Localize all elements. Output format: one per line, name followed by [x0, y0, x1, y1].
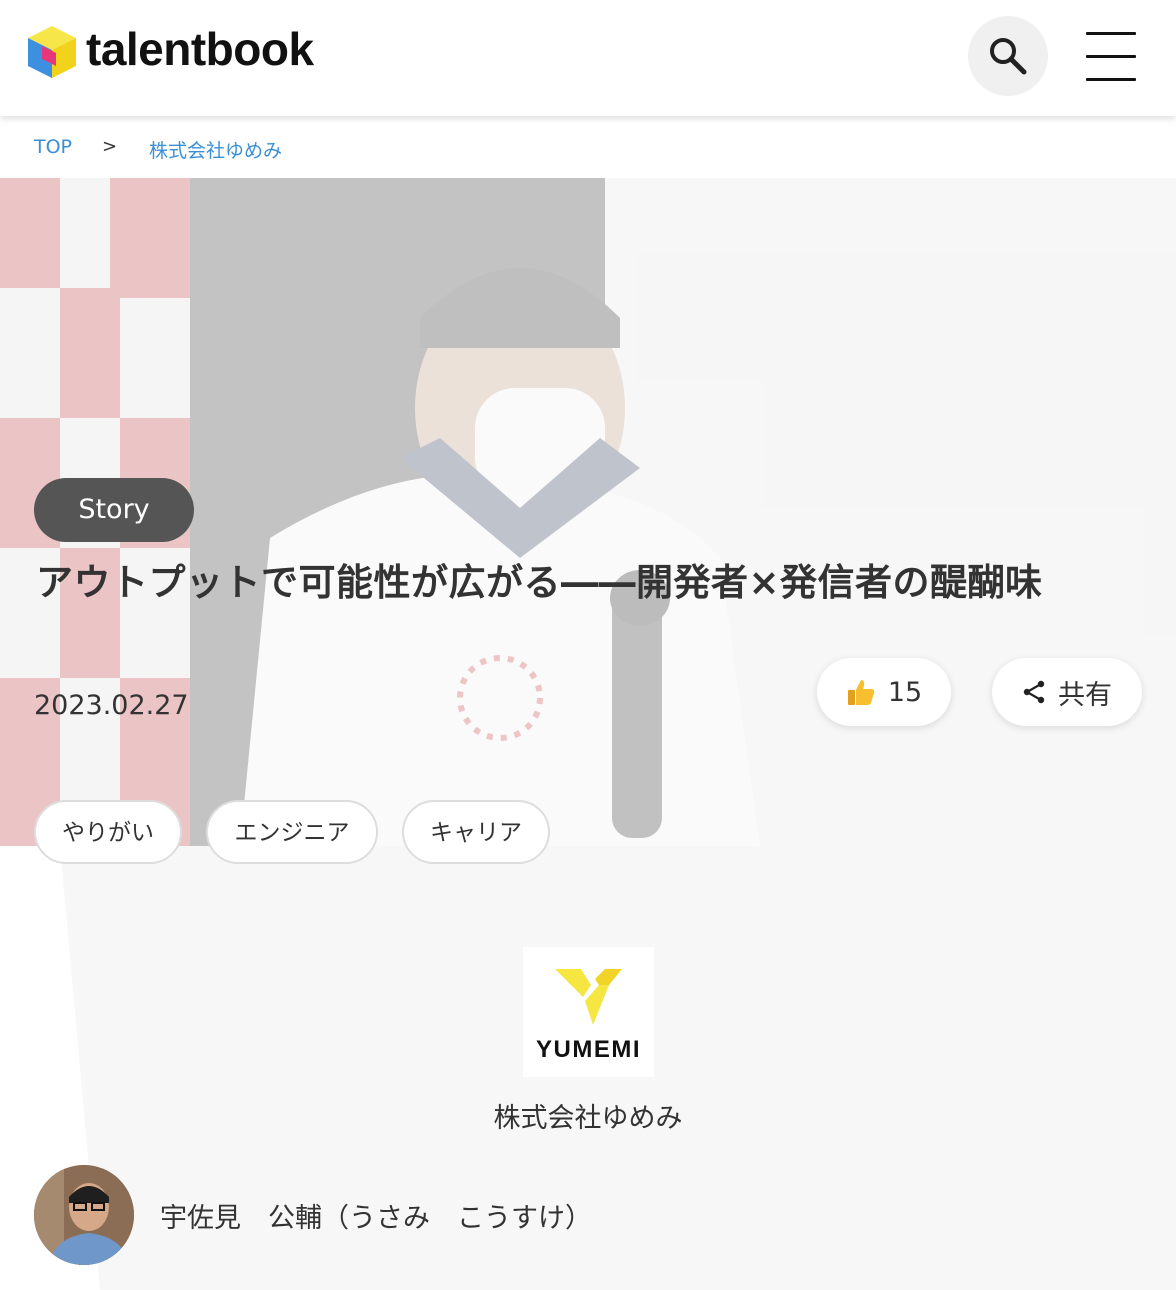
company-name[interactable]: 株式会社ゆめみ [0, 1096, 1176, 1135]
menu-line [1086, 32, 1136, 35]
search-button[interactable] [968, 16, 1048, 96]
author-avatar[interactable] [34, 1165, 134, 1265]
search-icon [990, 38, 1027, 75]
breadcrumb-top-link[interactable]: TOP [34, 136, 72, 158]
site-header: talentbook [0, 0, 1176, 116]
like-button[interactable]: 15 [817, 658, 951, 726]
breadcrumb: TOP > 株式会社ゆめみ [0, 116, 1176, 178]
hamburger-menu-button[interactable] [1084, 30, 1138, 84]
breadcrumb-separator: > [102, 136, 118, 157]
author-name[interactable]: 宇佐見 公輔（うさみ こうすけ） [160, 1196, 592, 1235]
menu-line [1086, 78, 1136, 81]
menu-line [1086, 55, 1136, 58]
thumbs-up-icon [846, 677, 876, 707]
talentbook-logo-icon[interactable] [24, 26, 80, 78]
brand-name[interactable]: talentbook [86, 22, 314, 76]
share-label: 共有 [1058, 679, 1112, 711]
share-icon [1022, 680, 1046, 704]
company-logo-text: YUMEMI [536, 1036, 641, 1063]
breadcrumb-company-link[interactable]: 株式会社ゆめみ [149, 136, 282, 163]
share-button[interactable]: 共有 [992, 658, 1142, 726]
company-logo[interactable]: YUMEMI [523, 947, 654, 1077]
article-title: アウトプットで可能性が広がる――開発者×発信者の醍醐味 [36, 561, 1043, 604]
tag-yarigai[interactable]: やりがい [34, 800, 182, 864]
tag-career[interactable]: キャリア [402, 800, 550, 864]
like-count: 15 [887, 676, 923, 708]
category-badge[interactable]: Story [34, 478, 194, 542]
publish-date: 2023.02.27 [34, 690, 189, 721]
tag-engineer[interactable]: エンジニア [206, 800, 378, 864]
